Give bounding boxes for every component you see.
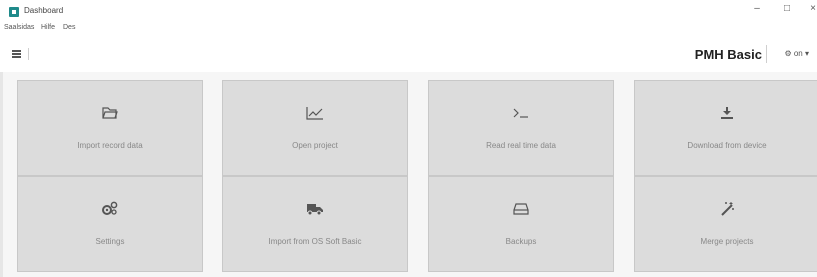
tile-label: Import from OS Soft Basic <box>268 237 362 246</box>
gears-icon <box>18 199 202 219</box>
tile-merge-projects[interactable]: Merge projects <box>634 176 817 272</box>
minimize-button[interactable]: – <box>750 3 764 14</box>
tile-label: Settings <box>95 237 125 246</box>
menu-item-saalsidas[interactable]: Saalsidas <box>4 24 34 31</box>
window-title: Dashboard <box>24 6 64 15</box>
user-menu[interactable]: ⚙ on ▾ <box>784 49 809 58</box>
tile-download-from-device[interactable]: Download from device <box>634 80 817 176</box>
product-name: PMH Basic <box>694 47 762 62</box>
menu-bar: Saalsidas Hilfe Des <box>0 22 817 36</box>
user-icon: ⚙ <box>784 49 792 58</box>
line-chart-icon <box>223 103 407 123</box>
tile-label: Import record data <box>77 141 143 150</box>
magic-wand-icon <box>635 199 817 219</box>
tile-label: Merge projects <box>700 237 754 246</box>
terminal-icon <box>429 103 613 123</box>
hdd-icon <box>429 199 613 219</box>
title-bar: Dashboard – □ × <box>0 0 817 22</box>
download-icon <box>635 103 817 123</box>
chevron-down-icon: ▾ <box>804 49 809 58</box>
truck-icon <box>223 199 407 219</box>
hamburger-menu-icon[interactable] <box>12 50 21 58</box>
tile-label: Read real time data <box>486 141 556 150</box>
menu-item-des[interactable]: Des <box>63 24 75 31</box>
toolbar-divider-right <box>766 45 767 63</box>
tile-settings[interactable]: Settings <box>17 176 203 272</box>
user-label: on <box>793 49 803 58</box>
app-icon <box>9 7 19 17</box>
tile-import-from-os-soft-basic[interactable]: Import from OS Soft Basic <box>222 176 408 272</box>
folder-open-icon <box>18 103 202 123</box>
tile-import-record-data[interactable]: Import record data <box>17 80 203 176</box>
tile-label: Open project <box>292 141 338 150</box>
toolbar: PMH Basic ⚙ on ▾ <box>0 36 817 73</box>
toolbar-divider <box>28 48 29 60</box>
tile-label: Download from device <box>687 141 767 150</box>
left-border <box>0 72 3 277</box>
tile-backups[interactable]: Backups <box>428 176 614 272</box>
tile-open-project[interactable]: Open project <box>222 80 408 176</box>
tile-label: Backups <box>505 237 537 246</box>
maximize-button[interactable]: □ <box>780 3 794 14</box>
tile-read-real-time-data[interactable]: Read real time data <box>428 80 614 176</box>
menu-item-hilfe[interactable]: Hilfe <box>41 24 55 31</box>
close-button[interactable]: × <box>806 3 817 14</box>
